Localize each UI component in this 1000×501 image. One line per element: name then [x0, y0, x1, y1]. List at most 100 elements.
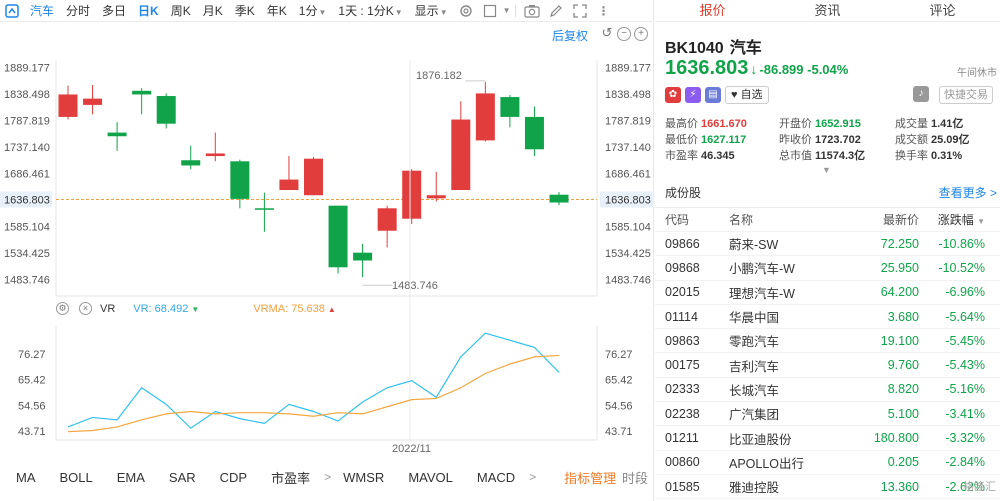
candle-body	[353, 252, 373, 261]
display-menu[interactable]: 显示▼	[409, 0, 454, 22]
row-price: 25.950	[880, 260, 919, 275]
vrma-line	[67, 354, 560, 433]
close-icon[interactable]: ×	[79, 302, 92, 315]
table-row[interactable]: 09868 小鹏汽车-W 25.950 -10.52%	[655, 256, 1000, 281]
table-row[interactable]: 02238 广汽集团 5.100 -3.41%	[655, 402, 1000, 427]
tab-period-select[interactable]: 1天 : 1分K▼	[332, 0, 408, 22]
indicator-tab-cdp[interactable]: CDP	[204, 470, 255, 485]
indicator-tab-mavol[interactable]: MAVOL	[392, 470, 461, 485]
table-row[interactable]: 00175 吉利汽车 9.760 -5.43%	[655, 353, 1000, 378]
tab-quarterly-k[interactable]: 季K	[229, 0, 261, 22]
table-row[interactable]: 00860 APOLLO出行 0.205 -2.84%	[655, 451, 1000, 475]
time-period-button[interactable]: 时段	[622, 468, 648, 487]
candle-body	[156, 96, 176, 124]
indicator-header: ⚙ × VR VR: 68.492 ▼ VRMA: 75.638 ▲	[56, 302, 336, 315]
row-change: -3.41%	[945, 406, 985, 421]
tab-stock-name[interactable]: 汽车	[24, 0, 60, 22]
row-change: -2.84%	[945, 455, 985, 470]
settings-icon[interactable]: ⚙	[56, 302, 69, 315]
camera-icon[interactable]	[523, 3, 540, 19]
ind-y-tick-left: 65.42	[18, 375, 46, 387]
compare-checkbox-icon[interactable]	[482, 3, 498, 19]
add-watchlist-button[interactable]: ♥ 自选	[725, 86, 769, 104]
more-options-icon[interactable]: ⋮	[596, 3, 612, 19]
index-name: 汽车	[729, 40, 762, 57]
tab-monthly-k[interactable]: 月K	[197, 0, 229, 22]
row-code: 02333	[665, 382, 700, 397]
row-price: 8.820	[887, 382, 919, 397]
stat-value: 0.31%	[931, 150, 963, 162]
chevron-down-icon[interactable]: ▼	[503, 6, 511, 15]
constituents-title: 成份股	[665, 186, 702, 200]
table-header: 代码 名称 最新价 涨跌幅 ▼	[655, 208, 1000, 232]
lightning-icon[interactable]: ⚡	[685, 87, 701, 103]
indicator-tab-boll[interactable]: BOLL	[44, 470, 101, 485]
table-row[interactable]: 09866 蔚来-SW 72.250 -10.86%	[655, 232, 1000, 257]
indicator-tab-ma[interactable]: MA	[0, 470, 44, 485]
table-row[interactable]: 02015 理想汽车-W 64.200 -6.96%	[655, 281, 1000, 305]
quick-trade-button[interactable]: 快捷交易	[939, 86, 993, 104]
tab-comments[interactable]: 评论	[885, 0, 1000, 21]
stat-value: 46.345	[701, 150, 735, 162]
tab-weekly-k[interactable]: 周K	[165, 0, 197, 22]
header-price[interactable]: 最新价	[851, 211, 919, 228]
fullscreen-icon[interactable]	[572, 3, 588, 19]
view-more-link[interactable]: 查看更多 >	[939, 184, 997, 201]
tab-quote[interactable]: 报价	[655, 0, 770, 21]
indicator-tab-macd[interactable]: MACD	[461, 470, 523, 485]
vr-line	[67, 332, 560, 429]
table-row[interactable]: 01211 比亚迪股份 180.800 -3.32%	[655, 426, 1000, 451]
table-row[interactable]: 02333 长城汽车 8.820 -5.16%	[655, 378, 1000, 403]
table-row[interactable]: 01585 雅迪控股 13.360 -2.62%	[655, 475, 1000, 500]
tab-daily-k[interactable]: 日K	[132, 0, 165, 22]
indicator-tab-pe[interactable]: 市盈率	[255, 468, 318, 487]
row-code: 09866	[665, 236, 700, 251]
candle-body	[451, 119, 471, 191]
indicator-tab-wmsr[interactable]: WMSR	[337, 470, 392, 485]
candle-body	[58, 94, 78, 117]
settings-icon[interactable]	[458, 3, 474, 19]
down-arrow-icon: ↓	[750, 61, 758, 77]
y-tick-right: 1838.498	[605, 89, 651, 101]
candle-body	[132, 90, 152, 95]
stat-row: 市盈率 46.345 总市值 11574.3亿 换手率 0.31%	[665, 148, 997, 164]
ind-y-tick-right: 43.71	[605, 426, 633, 438]
tab-yearly-k[interactable]: 年K	[261, 0, 293, 22]
indicator-tab-sar[interactable]: SAR	[153, 470, 204, 485]
header-name[interactable]: 名称	[719, 211, 851, 228]
row-name: APOLLO出行	[729, 456, 805, 471]
row-code: 09863	[665, 333, 700, 348]
candle-body	[377, 208, 397, 231]
chart-panel: 汽车 分时 多日 日K 周K 月K 季K 年K 1分▼ 1天 : 1分K▼ 显示…	[0, 0, 654, 501]
stat-value: 1723.702	[815, 134, 861, 146]
stat-cell: 成交量 1.41亿	[895, 116, 997, 132]
document-icon[interactable]: ▤	[705, 87, 721, 103]
quote-stats: 最高价 1661.670 开盘价 1652.915 成交量 1.41亿 最低价 1627.11…	[665, 116, 997, 164]
indicator-management-button[interactable]: 指标管理	[564, 468, 616, 487]
stock-list-icon[interactable]	[4, 3, 20, 19]
row-name: 雅迪控股	[729, 481, 780, 496]
table-row[interactable]: 09863 零跑汽车 19.100 -5.45%	[655, 329, 1000, 354]
pen-draw-icon[interactable]	[548, 3, 564, 19]
row-change: -5.16%	[945, 382, 985, 397]
bell-icon[interactable]: ♪	[913, 86, 929, 102]
candlestick-chart[interactable]: 1889.177 1889.177 1838.498 1838.498 1787.819…	[0, 22, 654, 466]
header-change[interactable]: 涨跌幅 ▼	[919, 211, 987, 228]
chevron-right-icon[interactable]: >	[523, 470, 542, 484]
tab-intraday[interactable]: 分时	[60, 0, 96, 22]
vr-value: VR: 68.492 ▼	[133, 303, 199, 315]
row-change: -10.52%	[938, 260, 985, 275]
chevron-down-icon: ▼	[439, 7, 448, 17]
tab-1min[interactable]: 1分▼	[293, 0, 333, 22]
tab-multi-day[interactable]: 多日	[96, 0, 132, 22]
chevron-down-icon[interactable]: ▼	[822, 165, 831, 175]
header-code[interactable]: 代码	[655, 211, 719, 228]
indicator-tab-ema[interactable]: EMA	[101, 470, 153, 485]
table-body: 09866 蔚来-SW 72.250 -10.86% 09868 小鹏汽车-W 25.950…	[655, 232, 1000, 500]
table-row[interactable]: 01114 华晨中国 3.680 -5.64%	[655, 305, 1000, 330]
stat-row: 最高价 1661.670 开盘价 1652.915 成交量 1.41亿	[665, 116, 997, 132]
stat-label: 市盈率	[665, 150, 698, 162]
price-change: -86.899 -5.04%	[759, 62, 848, 77]
tab-news[interactable]: 资讯	[770, 0, 885, 21]
chevron-right-icon[interactable]: >	[318, 470, 337, 484]
